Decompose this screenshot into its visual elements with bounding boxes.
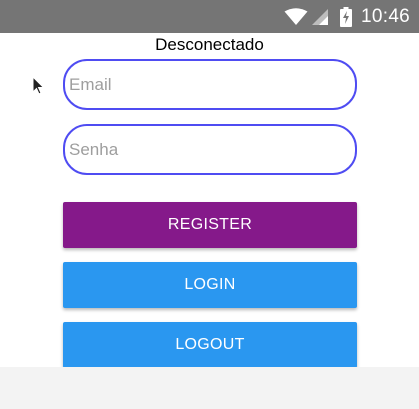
status-time: 10:46	[361, 6, 411, 27]
status-bar: 10:46	[0, 0, 419, 33]
logout-button[interactable]: LOGOUT	[63, 322, 357, 368]
login-button[interactable]: LOGIN	[63, 262, 357, 308]
password-field[interactable]	[63, 124, 357, 175]
mouse-cursor-icon	[32, 75, 46, 101]
register-button[interactable]: REGISTER	[63, 202, 357, 248]
wifi-icon	[284, 8, 308, 31]
page-title: Desconectado	[155, 35, 264, 54]
email-field[interactable]	[63, 59, 357, 110]
bottom-area	[0, 367, 419, 409]
battery-charging-icon	[340, 7, 352, 32]
screen: 10:46 Desconectado REGISTER LOGIN LOGOUT	[0, 0, 419, 409]
signal-icon	[311, 8, 329, 31]
